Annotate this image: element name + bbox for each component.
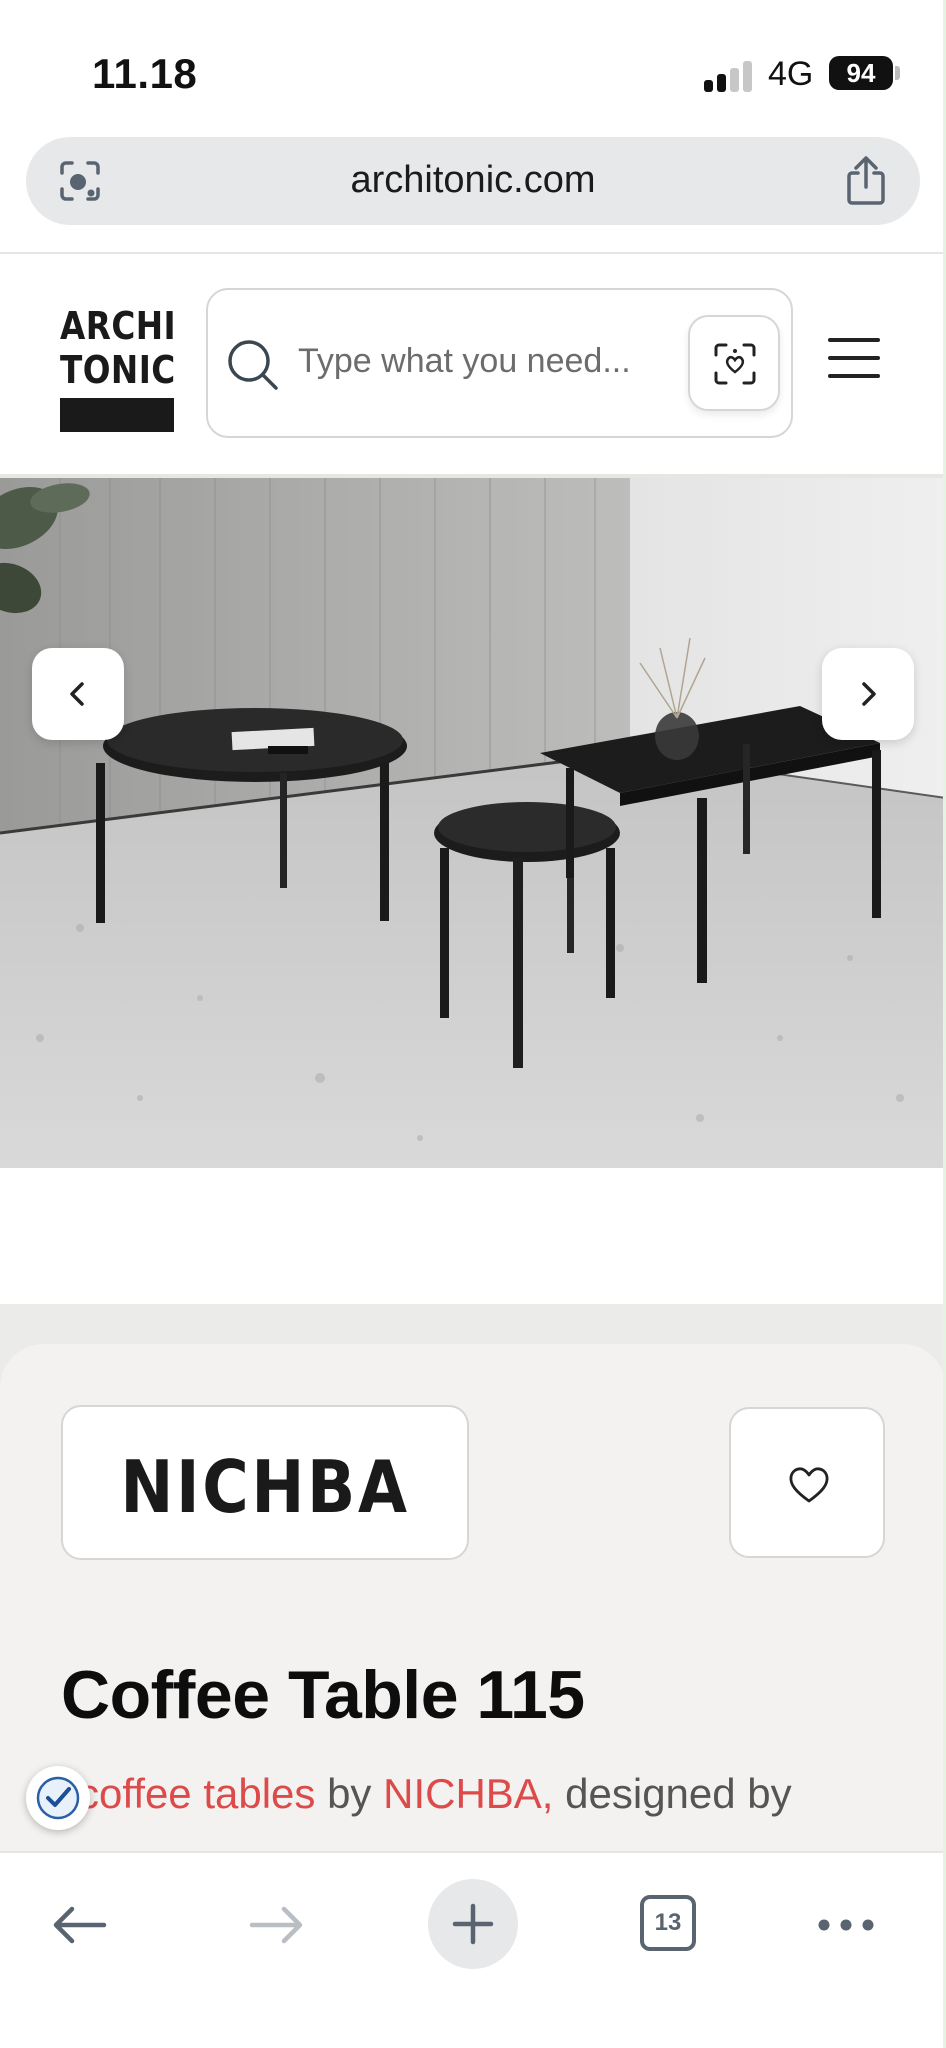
status-bar: 11.18 4G 94 bbox=[0, 0, 946, 130]
shield-check-icon bbox=[36, 1776, 80, 1820]
arrow-left-icon bbox=[53, 1906, 107, 1944]
tabs-icon: 13 bbox=[640, 1895, 696, 1951]
brand-logo: NICHBA bbox=[120, 1445, 410, 1529]
product-subtitle: coffee tables by NICHBA, designed by bbox=[78, 1770, 792, 1818]
visual-search-button[interactable] bbox=[688, 315, 780, 411]
chevron-left-icon bbox=[70, 682, 84, 706]
by-text: by bbox=[327, 1770, 372, 1817]
site-header: ARCHI TONIC Type what you need... bbox=[0, 254, 946, 476]
heart-icon bbox=[789, 1467, 829, 1503]
status-time: 11.18 bbox=[92, 50, 198, 97]
url-text[interactable]: architonic.com bbox=[26, 159, 920, 202]
search-icon bbox=[228, 340, 278, 390]
logo-line-1: ARCHI bbox=[60, 304, 177, 348]
category-link[interactable]: coffee tables bbox=[78, 1770, 315, 1817]
visual-search-icon bbox=[714, 343, 756, 385]
signal-icon bbox=[704, 60, 754, 92]
product-hero-image[interactable] bbox=[0, 478, 946, 1168]
url-bar[interactable]: architonic.com bbox=[26, 137, 920, 225]
carousel-prev-button[interactable] bbox=[32, 648, 124, 740]
more-icon bbox=[818, 1919, 874, 1931]
search-input[interactable]: Type what you need... bbox=[298, 342, 631, 381]
new-tab-button[interactable] bbox=[428, 1879, 518, 1969]
battery-cap bbox=[895, 66, 900, 80]
screen: 11.18 4G 94 architonic.com ARCHI TONIC T… bbox=[0, 0, 946, 2048]
battery-icon: 94 bbox=[829, 56, 893, 90]
share-icon[interactable] bbox=[842, 155, 890, 207]
designed-by-text: designed by bbox=[565, 1770, 792, 1817]
brand-link[interactable]: NICHBA, bbox=[383, 1770, 553, 1817]
brand-logo-button[interactable]: NICHBA bbox=[61, 1405, 469, 1560]
architonic-logo[interactable]: ARCHI TONIC bbox=[60, 304, 177, 432]
chevron-right-icon bbox=[862, 682, 876, 706]
product-title: Coffee Table 115 bbox=[61, 1657, 585, 1733]
logo-line-2: TONIC bbox=[60, 348, 176, 392]
arrow-right-icon bbox=[249, 1906, 303, 1944]
favorite-button[interactable] bbox=[729, 1407, 885, 1558]
more-button[interactable] bbox=[814, 1883, 878, 1967]
cookie-consent-badge[interactable] bbox=[26, 1766, 90, 1830]
browser-toolbar: 13 bbox=[0, 1851, 946, 2048]
plus-icon bbox=[452, 1903, 494, 1945]
carousel-next-button[interactable] bbox=[822, 648, 914, 740]
hero-card-bottom bbox=[0, 1168, 946, 1304]
back-button[interactable] bbox=[48, 1883, 112, 1967]
network-type: 4G bbox=[768, 55, 814, 93]
hamburger-menu-icon[interactable] bbox=[828, 338, 882, 380]
tabs-button[interactable]: 13 bbox=[636, 1883, 700, 1967]
forward-button[interactable] bbox=[244, 1883, 308, 1967]
product-photo bbox=[0, 478, 946, 1168]
logo-block bbox=[60, 398, 174, 432]
search-box[interactable]: Type what you need... bbox=[206, 288, 793, 438]
